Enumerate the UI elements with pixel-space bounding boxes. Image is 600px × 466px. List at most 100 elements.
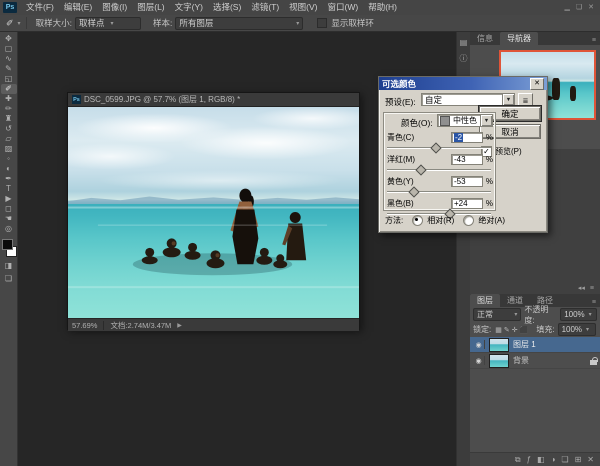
lock-transparency-icon[interactable]: ▦: [495, 327, 502, 334]
zoom-level[interactable]: 57.69%: [72, 321, 97, 330]
restore-icon[interactable]: ❏: [576, 0, 582, 15]
fill-dropdown[interactable]: 100%▾: [558, 323, 596, 336]
layer-style-icon[interactable]: ƒ: [527, 455, 531, 464]
tab-layers[interactable]: 图层: [470, 294, 500, 307]
percent-label: %: [483, 155, 493, 164]
tools-panel: ✥▢∿✎◱✐✚✏♜↺▱▨◦◐✒T▶◻☚◎ ◨ ❏: [0, 32, 18, 466]
slider-thumb[interactable]: [408, 186, 419, 197]
slider-value-row: 黄色(Y)-53%: [387, 175, 493, 188]
quick-mask-icon[interactable]: ◨: [1, 261, 17, 271]
eyedropper-tool-icon[interactable]: ✐: [0, 18, 18, 29]
slider-value-field[interactable]: +24: [451, 198, 483, 209]
preset-dropdown[interactable]: 自定 ▼: [421, 93, 515, 106]
delete-layer-icon[interactable]: ✕: [587, 455, 594, 464]
absolute-radio[interactable]: [463, 215, 474, 226]
layer-mask-icon[interactable]: ◧: [537, 455, 545, 464]
link-layers-icon[interactable]: ⧉: [515, 455, 521, 465]
blur-tool[interactable]: ◦: [1, 154, 17, 164]
close-window-icon[interactable]: ✕: [588, 0, 594, 15]
slider-label: 青色(C): [387, 132, 451, 143]
healing-brush-tool[interactable]: ✚: [1, 94, 17, 104]
hand-tool[interactable]: ☚: [1, 214, 17, 224]
opacity-dropdown[interactable]: 100%▾: [560, 308, 597, 321]
menu-item[interactable]: 帮助(H): [363, 0, 402, 15]
document-title: DSC_0599.JPG @ 57.7% (图层 1, RGB/8) *: [84, 94, 240, 105]
slider-track[interactable]: [387, 188, 491, 196]
screen-mode-icon[interactable]: ❏: [1, 274, 17, 284]
brush-tool[interactable]: ✏: [1, 104, 17, 114]
slider-value-field[interactable]: -43: [451, 154, 483, 165]
sample-size-dropdown[interactable]: 取样点▾: [75, 17, 141, 30]
histogram-panel-icon[interactable]: ▤: [460, 38, 468, 47]
lock-position-icon[interactable]: ✛: [512, 327, 518, 334]
gradient-tool[interactable]: ▨: [1, 144, 17, 154]
absolute-label: 绝对(A): [478, 215, 505, 226]
menu-item[interactable]: 滤镜(T): [246, 0, 284, 15]
chevron-down-icon: ▾: [586, 326, 589, 333]
sample-dropdown[interactable]: 所有图层▾: [175, 17, 303, 30]
tab-info[interactable]: 信息: [470, 32, 500, 45]
layer-row[interactable]: ◉背景: [470, 353, 600, 369]
slider-thumb[interactable]: [430, 142, 441, 153]
status-menu-arrow-icon[interactable]: ▶: [177, 322, 182, 329]
eraser-tool[interactable]: ▱: [1, 134, 17, 144]
sample-size-label: 取样大小:: [36, 17, 72, 29]
collapse-panels-icon[interactable]: ◂◂: [578, 284, 585, 292]
menu-item[interactable]: 视图(V): [284, 0, 322, 15]
slider-value-field[interactable]: -2: [451, 132, 483, 143]
crop-tool[interactable]: ◱: [1, 74, 17, 84]
relative-label: 相对(R): [427, 215, 454, 226]
info-panel-icon[interactable]: ⓘ: [460, 53, 468, 64]
layer-thumbnail[interactable]: [489, 354, 509, 368]
dodge-tool[interactable]: ◐: [1, 164, 17, 174]
blend-mode-dropdown[interactable]: 正常▾: [473, 308, 521, 321]
quick-selection-tool[interactable]: ✎: [1, 64, 17, 74]
relative-radio[interactable]: [412, 215, 423, 226]
eyedropper-tool[interactable]: ✐: [1, 84, 17, 94]
document-title-bar[interactable]: Ps DSC_0599.JPG @ 57.7% (图层 1, RGB/8) *: [68, 93, 359, 107]
document-status-bar: 57.69% 文档:2.74M/3.47M ▶: [68, 318, 359, 331]
lock-all-icon[interactable]: ⬛: [520, 327, 529, 334]
history-brush-tool[interactable]: ↺: [1, 124, 17, 134]
clone-stamp-tool[interactable]: ♜: [1, 114, 17, 124]
menu-item[interactable]: 窗口(W): [323, 0, 364, 15]
zoom-tool[interactable]: ◎: [1, 224, 17, 234]
lock-pixels-icon[interactable]: ✎: [504, 327, 510, 334]
photo-canvas[interactable]: [68, 107, 359, 318]
slider-track[interactable]: [387, 166, 491, 174]
menu-item[interactable]: 文件(F): [21, 0, 59, 15]
slider-thumb[interactable]: [416, 164, 427, 175]
new-layer-icon[interactable]: ⊞: [575, 455, 582, 464]
menu-item[interactable]: 编辑(E): [59, 0, 97, 15]
tab-navigator[interactable]: 导航器: [500, 32, 538, 45]
pen-tool[interactable]: ✒: [1, 174, 17, 184]
show-sample-ring-checkbox[interactable]: [317, 18, 327, 28]
menu-item[interactable]: 图层(L): [132, 0, 169, 15]
visibility-eye-icon[interactable]: ◉: [473, 356, 485, 365]
layer-row[interactable]: ◉图层 1: [470, 337, 600, 353]
type-tool[interactable]: T: [1, 184, 17, 194]
panel-menu-icon[interactable]: ≡: [588, 299, 600, 307]
path-selection-tool[interactable]: ▶: [1, 194, 17, 204]
menu-item[interactable]: 图像(I): [97, 0, 132, 15]
layer-group-icon[interactable]: ❏: [561, 455, 568, 464]
slider-value-field[interactable]: -53: [451, 176, 483, 187]
menu-item[interactable]: 文字(Y): [170, 0, 208, 15]
adjustment-layer-icon[interactable]: ◑: [551, 455, 556, 464]
menu-item[interactable]: 选择(S): [208, 0, 246, 15]
dialog-title-bar[interactable]: 可选颜色 ✕: [379, 77, 547, 90]
foreground-color-swatch[interactable]: [2, 239, 13, 250]
move-tool[interactable]: ✥: [1, 34, 17, 44]
close-icon[interactable]: ✕: [530, 78, 544, 90]
lasso-tool[interactable]: ∿: [1, 54, 17, 64]
minimize-icon[interactable]: ▁: [564, 0, 569, 15]
slider-track[interactable]: [387, 144, 491, 152]
layer-thumbnail[interactable]: [489, 338, 509, 352]
panel-options-icon[interactable]: ≡: [590, 285, 594, 292]
color-dropdown[interactable]: 中性色 ▼: [437, 114, 493, 127]
percent-label: %: [483, 199, 493, 208]
visibility-eye-icon[interactable]: ◉: [473, 340, 485, 349]
panel-menu-icon[interactable]: ≡: [588, 37, 600, 45]
marquee-tool[interactable]: ▢: [1, 44, 17, 54]
shape-tool[interactable]: ◻: [1, 204, 17, 214]
